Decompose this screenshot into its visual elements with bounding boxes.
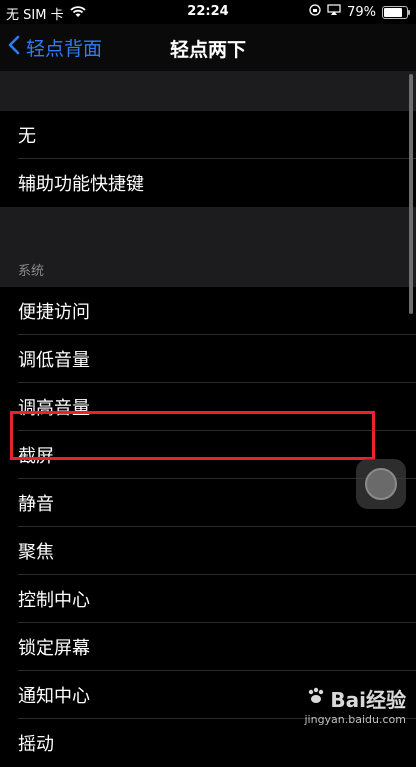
watermark-brand-row: Bai经验 <box>304 684 406 713</box>
list-item-volume-down[interactable]: 调低音量 <box>0 335 416 383</box>
watermark-url: jingyan.baidu.com <box>304 713 406 726</box>
list-item-label: 静音 <box>18 494 54 515</box>
list-item-label: 无 <box>18 126 36 147</box>
list-item-reachability[interactable]: 便捷访问 <box>0 287 416 335</box>
list-item-label: 控制中心 <box>18 590 90 611</box>
list-item-shake[interactable]: 摇动 <box>0 719 416 767</box>
list-item-label: 辅助功能快捷键 <box>18 174 144 195</box>
list-item-label: 便捷访问 <box>18 302 90 323</box>
list-item-none[interactable]: 无 <box>0 111 416 159</box>
list-item-control-center[interactable]: 控制中心 <box>0 575 416 623</box>
battery-percent: 79% <box>347 4 376 20</box>
assistive-touch-icon <box>365 468 397 500</box>
list-item-focus[interactable]: 聚焦 <box>0 527 416 575</box>
scrollbar[interactable] <box>409 74 413 314</box>
lock-rotation-icon <box>309 4 321 20</box>
list-item-label: 摇动 <box>18 734 54 755</box>
watermark-brand: Bai经验 <box>330 688 406 712</box>
page-title: 轻点两下 <box>169 39 246 61</box>
status-right: 79% <box>309 4 410 20</box>
assistive-touch-button[interactable] <box>356 459 406 509</box>
section-header-container: 系统 <box>0 207 416 287</box>
airplay-icon <box>327 4 341 20</box>
list-item-mute[interactable]: 静音 <box>0 479 416 527</box>
list-item-label: 聚焦 <box>18 542 54 563</box>
section-header: 系统 <box>18 264 45 279</box>
status-bar: 无 SIM 卡 22:24 79% <box>0 0 416 24</box>
watermark: Bai经验 jingyan.baidu.com <box>304 684 406 726</box>
list-item-label: 调低音量 <box>18 350 90 371</box>
navigation-bar: 轻点背面 轻点两下 <box>0 24 416 71</box>
paw-icon <box>306 686 326 711</box>
list-item-label: 通知中心 <box>18 686 90 707</box>
list-item-label: 锁定屏幕 <box>18 638 90 659</box>
list-item-accessibility-shortcut[interactable]: 辅助功能快捷键 <box>0 159 416 207</box>
group-spacer <box>0 71 416 111</box>
list-item-lock-screen[interactable]: 锁定屏幕 <box>0 623 416 671</box>
battery-icon <box>382 5 410 19</box>
highlight-annotation <box>10 411 375 460</box>
